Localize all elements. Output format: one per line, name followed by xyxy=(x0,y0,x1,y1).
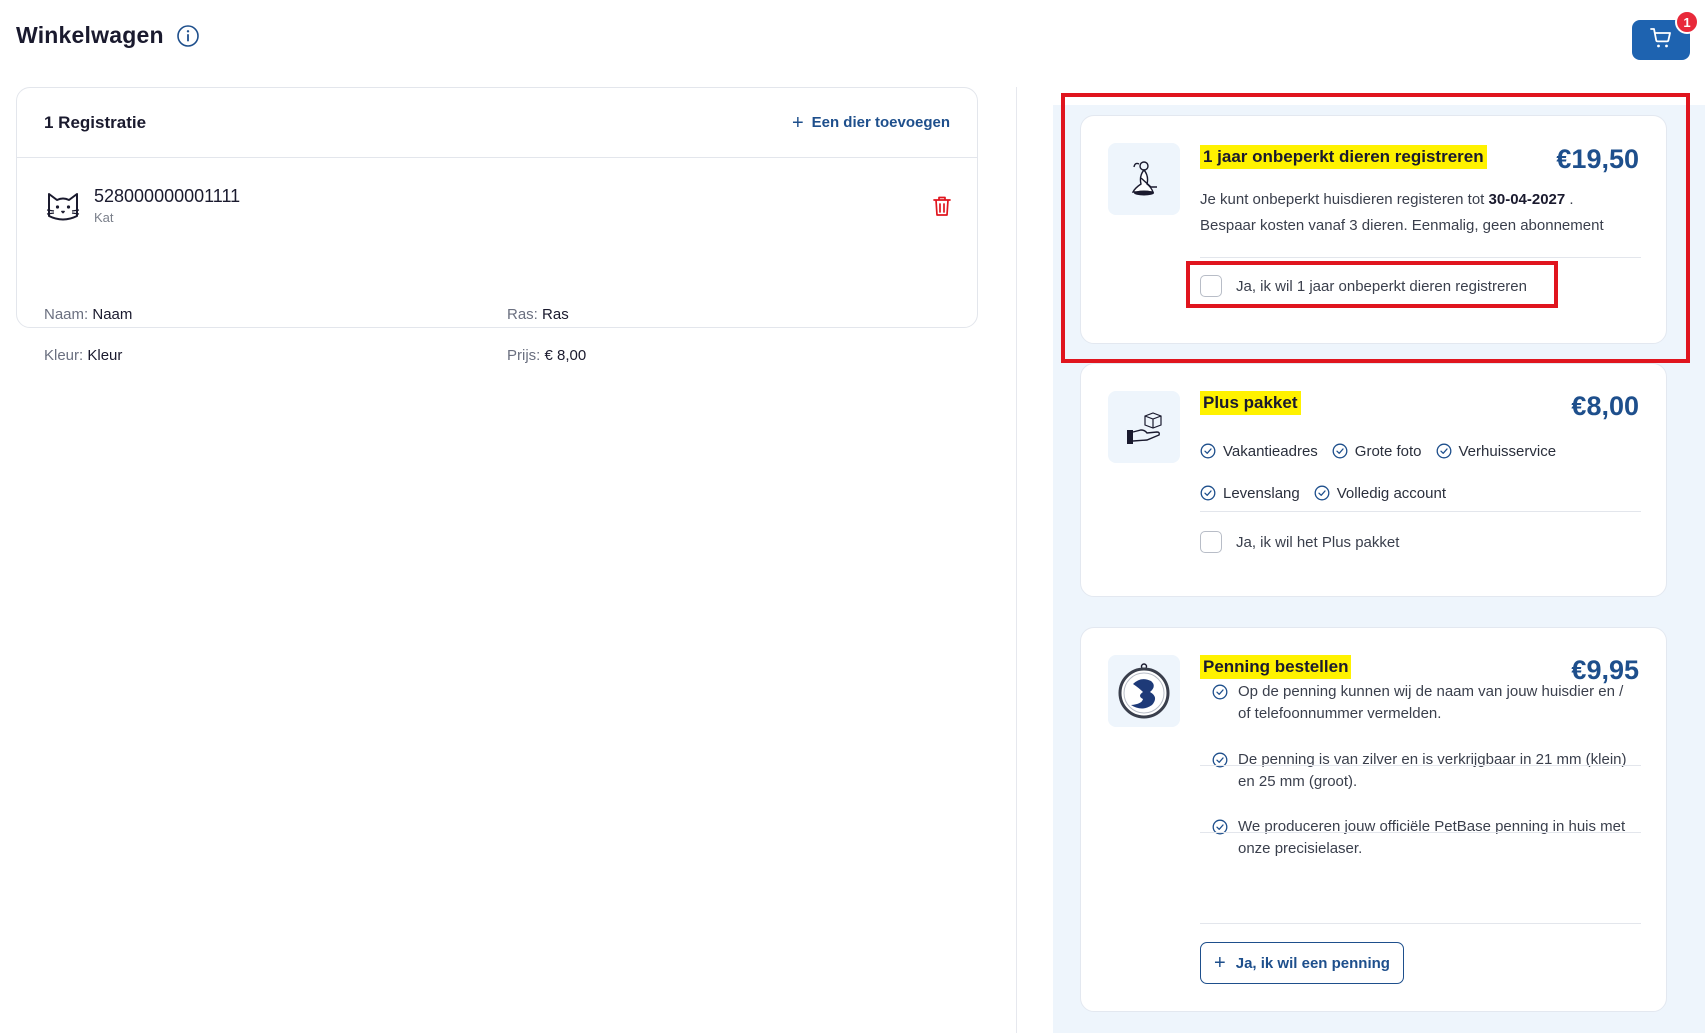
plus-feature-item: Grote foto xyxy=(1332,440,1422,462)
plus-feature-item: Volledig account xyxy=(1314,482,1446,504)
cat-icon xyxy=(44,186,82,224)
animal-name-field: Naam: Naam xyxy=(44,306,133,323)
plus-feature-item: Vakantieadres xyxy=(1200,440,1318,462)
annotation-frame-offer xyxy=(1061,93,1690,363)
offer-title: Plus pakket xyxy=(1200,391,1301,415)
plus-features-list: Vakantieadres Grote foto Verhuisservice Lev… xyxy=(1200,440,1645,504)
trash-icon[interactable] xyxy=(931,194,953,218)
divider xyxy=(1200,765,1641,766)
check-circle-icon xyxy=(1212,684,1228,700)
add-penning-button[interactable]: + Ja, ik wil een penning xyxy=(1200,942,1404,984)
add-animal-label: Een dier toevoegen xyxy=(811,114,950,131)
plus-checkbox-row[interactable]: Ja, ik wil het Plus pakket xyxy=(1200,531,1399,553)
cart-icon xyxy=(1649,26,1673,55)
check-circle-icon xyxy=(1332,443,1348,459)
chip-number: 528000000001111 xyxy=(94,186,241,206)
column-divider xyxy=(1016,87,1017,1033)
animal-breed-field: Ras: Ras xyxy=(507,306,569,323)
divider xyxy=(1200,923,1641,924)
penning-logo-icon xyxy=(1108,655,1180,727)
add-penning-label: Ja, ik wil een penning xyxy=(1235,954,1390,972)
page-header: Winkelwagen xyxy=(16,22,200,49)
animal-price-field: Prijs: € 8,00 xyxy=(507,347,587,364)
penning-bullet-item: Op de penning kunnen wij de naam van jou… xyxy=(1212,681,1632,725)
registration-count: 1 Registratie xyxy=(44,112,147,132)
registration-card-header: 1 Registratie + Een dier toevoegen xyxy=(17,88,977,158)
penning-bullet-item: We produceren jouw officiële PetBase pen… xyxy=(1212,816,1632,860)
check-circle-icon xyxy=(1436,443,1452,459)
add-animal-link[interactable]: + Een dier toevoegen xyxy=(792,113,950,133)
divider xyxy=(1200,511,1641,512)
penning-bullet-item: De penning is van zilver en is verkrijgb… xyxy=(1212,749,1632,793)
hand-box-icon xyxy=(1108,391,1180,463)
registration-card: 1 Registratie + Een dier toevoegen 52800… xyxy=(16,87,978,364)
offer-title: Penning bestellen xyxy=(1200,655,1352,679)
offer-card-plus: Plus pakket €8,00 Vakantieadres Grote fot… xyxy=(1080,363,1667,597)
offer-price: €8,00 xyxy=(1571,391,1639,421)
plus-checkbox[interactable] xyxy=(1200,531,1222,553)
plus-feature-item: Levenslang xyxy=(1200,482,1300,504)
plus-icon: + xyxy=(1214,952,1226,974)
check-circle-icon xyxy=(1200,485,1216,501)
divider xyxy=(1200,832,1641,833)
plus-feature-item: Verhuisservice xyxy=(1436,440,1556,462)
info-icon[interactable] xyxy=(176,24,200,48)
animal-species: Kat xyxy=(94,210,114,225)
check-circle-icon xyxy=(1200,443,1216,459)
checkbox-label: Ja, ik wil het Plus pakket xyxy=(1236,533,1400,551)
cart-count-badge: 1 xyxy=(1675,10,1699,34)
check-circle-icon xyxy=(1314,485,1330,501)
offer-card-penning: Penning bestellen €9,95 Op de penning ku… xyxy=(1080,627,1667,1012)
plus-icon: + xyxy=(791,111,804,134)
page-title: Winkelwagen xyxy=(16,22,164,48)
animal-color-field: Kleur: Kleur xyxy=(44,347,123,364)
annotation-frame-checkbox xyxy=(1186,261,1558,308)
